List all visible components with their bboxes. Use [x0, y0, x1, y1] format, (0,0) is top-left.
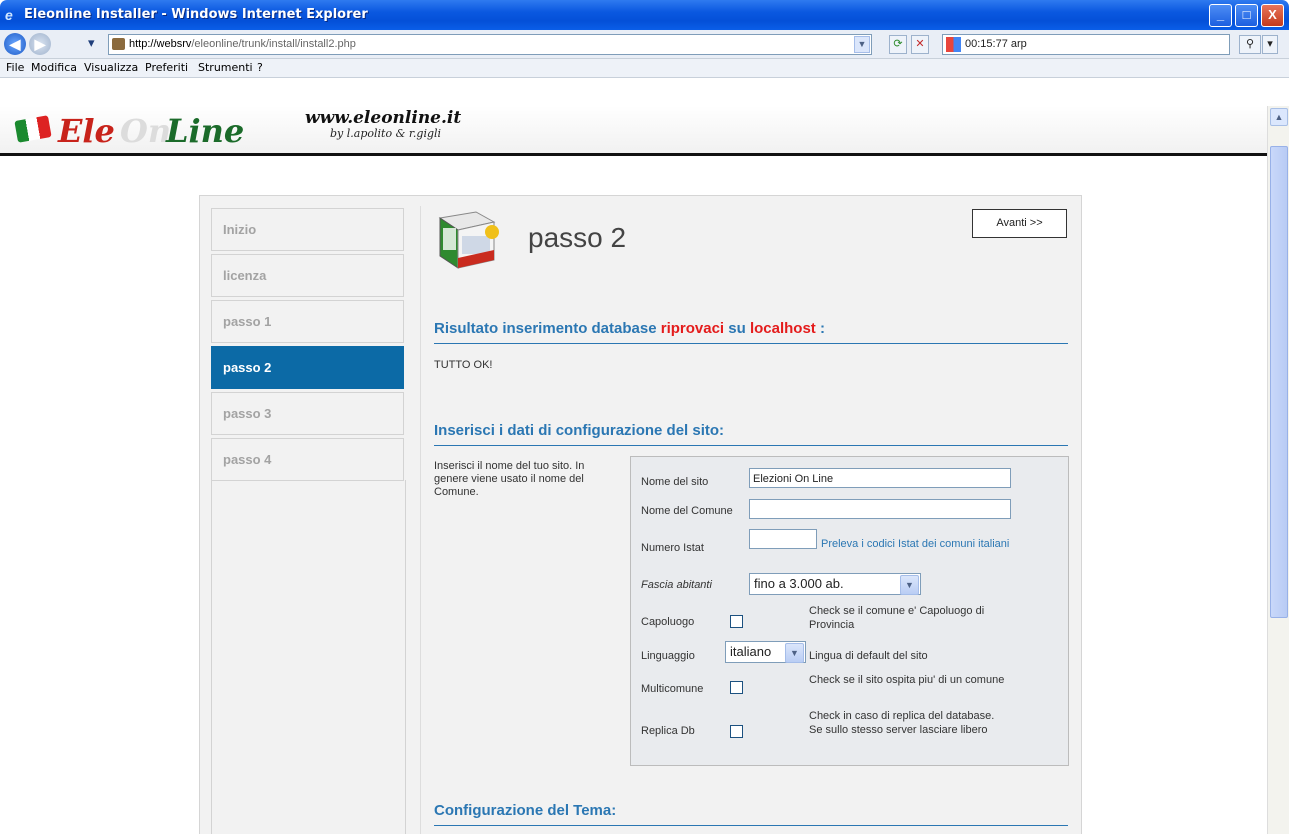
- result-heading: Risultato inserimento database riprovaci…: [434, 320, 1068, 344]
- menu-bar: File Modifica Visualizza Preferiti Strum…: [0, 59, 1289, 78]
- replica-help: Check in caso di replica del database. S…: [809, 710, 995, 736]
- logo-on: On: [120, 112, 172, 150]
- menu-file[interactable]: File: [6, 61, 24, 74]
- capoluogo-help: Check se il comune e' Capoluogo di Provi…: [809, 605, 985, 631]
- menu-preferiti[interactable]: Preferiti: [145, 61, 188, 74]
- search-button[interactable]: ⚲: [1239, 35, 1261, 54]
- close-button[interactable]: X: [1261, 4, 1284, 27]
- search-options-icon[interactable]: ▾: [1262, 35, 1278, 54]
- window-titlebar: e Eleonline Installer - Windows Internet…: [0, 0, 1289, 30]
- site-name-label: Nome del sito: [641, 476, 709, 488]
- lingua-label: Linguaggio: [641, 650, 695, 662]
- config-form: Nome del sito Elezioni On Line Nome del …: [630, 456, 1069, 766]
- vertical-scrollbar[interactable]: ▲: [1267, 106, 1289, 834]
- navigation-bar: ◀ ▶ ▾ http://websrv/eleonline/trunk/inst…: [0, 30, 1289, 59]
- logo-line: Line: [166, 112, 245, 150]
- steps-panel: [211, 480, 406, 834]
- forward-button[interactable]: ▶: [29, 33, 51, 55]
- page-title: passo 2: [528, 222, 627, 253]
- refresh-button[interactable]: ⟳: [889, 35, 907, 54]
- logo-ele: Ele: [58, 112, 115, 150]
- search-provider-icon: [946, 37, 961, 52]
- menu-visualizza[interactable]: Visualizza: [84, 61, 138, 74]
- lingua-select[interactable]: italiano ▼: [725, 641, 806, 663]
- step-passo-1[interactable]: passo 1: [211, 300, 404, 343]
- theme-heading: Configurazione del Tema:: [434, 802, 1068, 826]
- config-note: Inserisci il nome del tuo sito. In gener…: [434, 460, 585, 498]
- address-bar[interactable]: http://websrv/eleonline/trunk/install/in…: [108, 34, 872, 55]
- chevron-down-icon: ▼: [900, 575, 919, 595]
- menu-help[interactable]: ?: [257, 61, 263, 74]
- comune-label: Nome del Comune: [641, 505, 733, 517]
- capoluogo-label: Capoluogo: [641, 616, 695, 628]
- logo-flag-icon: [14, 115, 52, 143]
- column-divider: [420, 206, 421, 834]
- site-name-input[interactable]: Elezioni On Line: [749, 468, 1011, 488]
- replica-checkbox[interactable]: [730, 725, 743, 738]
- site-header: Ele On Line www.eleonline.it by l.apolit…: [0, 106, 1267, 156]
- fascia-label: Fascia abitanti: [641, 579, 712, 591]
- capoluogo-checkbox[interactable]: [730, 615, 743, 628]
- step-passo-2[interactable]: passo 2: [211, 346, 404, 389]
- site-authors: by l.apolito & r.gigli: [330, 127, 442, 140]
- site-url: www.eleonline.it: [305, 108, 462, 128]
- address-dropdown-icon[interactable]: ▼: [854, 36, 870, 53]
- multicomune-label: Multicomune: [641, 683, 704, 695]
- maximize-button[interactable]: □: [1235, 4, 1258, 27]
- stop-button[interactable]: ✕: [911, 35, 929, 54]
- window-title: Eleonline Installer - Windows Internet E…: [24, 7, 368, 22]
- menu-modifica[interactable]: Modifica: [31, 61, 77, 74]
- step-licenza[interactable]: licenza: [211, 254, 404, 297]
- config-heading: Inserisci i dati di configurazione del s…: [434, 422, 1068, 446]
- installer-container: Inizio licenza passo 1 passo 2 passo 3 p…: [199, 195, 1082, 834]
- back-button[interactable]: ◀: [4, 33, 26, 55]
- toolbar-spacer: [0, 78, 1289, 106]
- installer-box-icon: [438, 211, 499, 269]
- ie-logo-icon: e: [5, 7, 13, 23]
- site-favicon-icon: [112, 38, 125, 50]
- menu-strumenti[interactable]: Strumenti: [198, 61, 253, 74]
- fascia-select[interactable]: fino a 3.000 ab. ▼: [749, 573, 921, 595]
- comune-input[interactable]: [749, 499, 1011, 519]
- lingua-help: Lingua di default del sito: [809, 650, 928, 662]
- step-inizio[interactable]: Inizio: [211, 208, 404, 251]
- scroll-up-icon[interactable]: ▲: [1270, 108, 1288, 126]
- minimize-button[interactable]: _: [1209, 4, 1232, 27]
- istat-label: Numero Istat: [641, 542, 704, 554]
- search-input[interactable]: 00:15:77 arp: [942, 34, 1230, 55]
- avanti-button[interactable]: Avanti >>: [972, 209, 1067, 238]
- multicomune-help: Check se il sito ospita piu' di un comun…: [809, 674, 1005, 686]
- step-passo-3[interactable]: passo 3: [211, 392, 404, 435]
- step-passo-4[interactable]: passo 4: [211, 438, 404, 481]
- address-url: http://websrv/eleonline/trunk/install/in…: [129, 38, 356, 50]
- page-viewport: Ele On Line www.eleonline.it by l.apolit…: [0, 106, 1267, 834]
- multicomune-checkbox[interactable]: [730, 681, 743, 694]
- result-text: TUTTO OK!: [434, 359, 493, 371]
- chevron-down-icon: ▼: [785, 643, 804, 663]
- istat-codes-link[interactable]: Preleva i codici Istat dei comuni italia…: [749, 536, 1011, 553]
- scrollbar-thumb[interactable]: [1270, 146, 1288, 618]
- history-dropdown-icon[interactable]: ▾: [88, 35, 95, 51]
- replica-label: Replica Db: [641, 725, 695, 737]
